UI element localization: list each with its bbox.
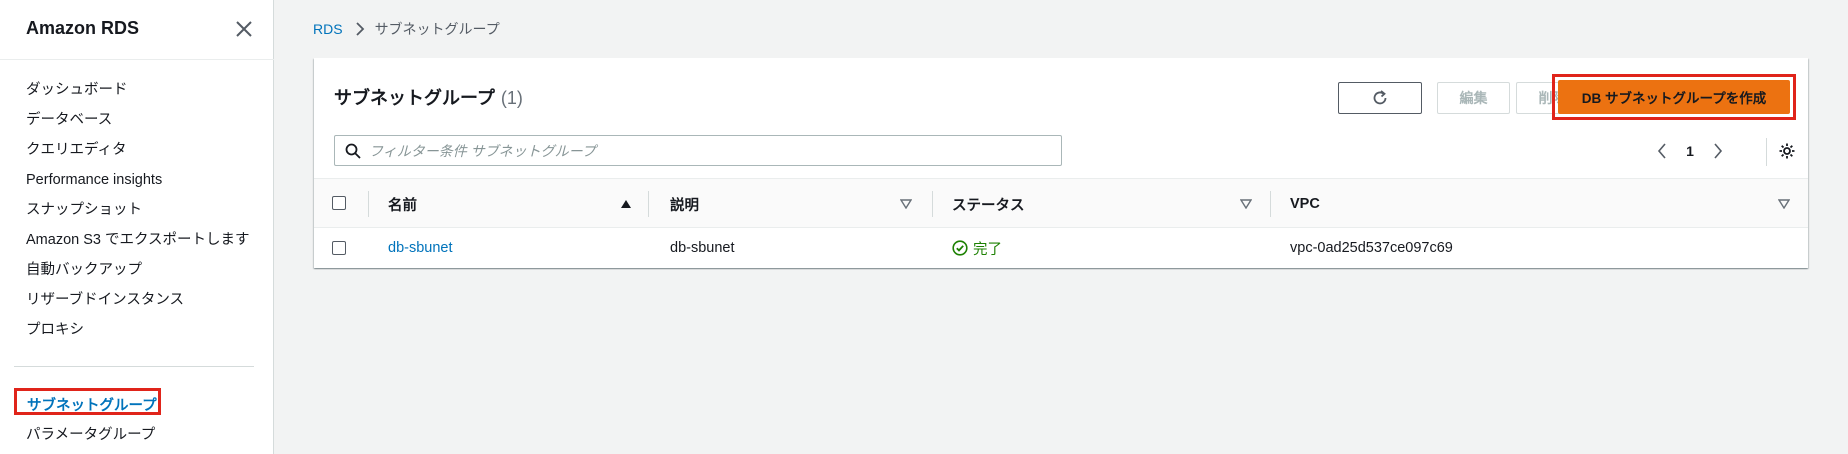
search-icon xyxy=(345,143,361,159)
refresh-icon xyxy=(1373,90,1387,105)
column-header-name[interactable]: 名前 xyxy=(388,179,417,229)
status-badge: 完了 xyxy=(952,228,1002,268)
next-page-icon[interactable] xyxy=(1708,141,1728,161)
column-header-label: 名前 xyxy=(388,197,417,214)
column-separator xyxy=(648,191,649,217)
select-all-checkbox[interactable] xyxy=(332,196,346,210)
sidebar-divider xyxy=(14,366,254,367)
sidebar-item-automated-backups[interactable]: 自動バックアップ xyxy=(0,258,274,288)
column-header-label: VPC xyxy=(1290,196,1320,212)
column-header-description[interactable]: 説明 xyxy=(670,179,699,229)
chevron-right-icon xyxy=(355,22,364,36)
column-separator xyxy=(368,191,369,217)
column-header-vpc[interactable]: VPC xyxy=(1290,179,1320,229)
sidebar-item-s3-export[interactable]: Amazon S3 でエクスポートします xyxy=(0,228,274,258)
success-check-icon xyxy=(952,240,968,256)
column-header-label: 説明 xyxy=(670,197,699,214)
status-text: 完了 xyxy=(973,241,1002,258)
column-separator xyxy=(932,191,933,217)
filter-search xyxy=(334,135,1062,166)
vpc-id: vpc-0ad25d537ce097c69 xyxy=(1290,240,1453,256)
subnet-group-description: db-sbunet xyxy=(670,240,735,256)
sidebar-header: Amazon RDS xyxy=(0,0,274,60)
breadcrumb-rds-link[interactable]: RDS xyxy=(313,21,343,37)
create-db-subnet-group-button[interactable]: DB サブネットグループを作成 xyxy=(1558,80,1790,114)
edit-button[interactable]: 編集 xyxy=(1437,82,1510,114)
sidebar-item-reserved-instances[interactable]: リザーブドインスタンス xyxy=(0,288,274,318)
sidebar: Amazon RDS ダッシュボード データベース クエリエディタ Perfor… xyxy=(0,0,274,454)
sidebar-item-proxies[interactable]: プロキシ xyxy=(0,318,274,348)
sidebar-title: Amazon RDS xyxy=(26,18,140,38)
table-row[interactable]: db-sbunet db-sbunet 完了 vpc-0ad25d537ce09… xyxy=(314,228,1808,268)
sidebar-item-parameter-groups[interactable]: パラメータグループ xyxy=(26,423,155,444)
create-button-highlight: DB サブネットグループを作成 xyxy=(1552,74,1796,120)
refresh-button[interactable] xyxy=(1338,82,1422,114)
column-header-status[interactable]: ステータス xyxy=(952,179,1025,229)
breadcrumb-current: サブネットグループ xyxy=(374,21,500,37)
gear-icon[interactable] xyxy=(1778,142,1796,160)
pagination: 1 xyxy=(1652,136,1728,166)
pager-divider xyxy=(1766,138,1767,166)
table-header: 名前 説明 ステータス VPC xyxy=(314,178,1808,228)
prev-page-icon[interactable] xyxy=(1652,141,1672,161)
sidebar-nav: ダッシュボード データベース クエリエディタ Performance insig… xyxy=(0,78,274,348)
sort-icon[interactable] xyxy=(1240,199,1252,209)
page-title: サブネットグループ (1) xyxy=(334,84,523,110)
sidebar-item-snapshots[interactable]: スナップショット xyxy=(0,198,274,228)
sidebar-item-dashboard[interactable]: ダッシュボード xyxy=(0,78,274,108)
subnet-groups-panel: サブネットグループ(1) 編集 削除 DB サブネットグループを作成 1 xyxy=(314,58,1808,268)
breadcrumb: RDS サブネットグループ xyxy=(313,19,500,39)
row-checkbox[interactable] xyxy=(332,241,346,255)
sidebar-item-databases[interactable]: データベース xyxy=(0,108,274,138)
sidebar-item-performance-insights[interactable]: Performance insights xyxy=(0,168,274,198)
search-input[interactable] xyxy=(369,140,1049,162)
sidebar-item-label: サブネットグループ xyxy=(27,398,157,414)
panel-title-text: サブネットグループ xyxy=(334,88,495,108)
subnet-group-name-link[interactable]: db-sbunet xyxy=(388,228,453,268)
sidebar-item-query-editor[interactable]: クエリエディタ xyxy=(0,138,274,168)
item-count: (1) xyxy=(500,88,523,108)
sort-ascending-icon[interactable] xyxy=(620,199,632,209)
close-icon[interactable] xyxy=(234,19,254,39)
sort-icon[interactable] xyxy=(900,199,912,209)
column-separator xyxy=(1270,191,1271,217)
sidebar-item-subnet-groups[interactable]: サブネットグループ xyxy=(14,388,161,415)
column-header-label: ステータス xyxy=(952,197,1025,214)
page-number[interactable]: 1 xyxy=(1672,143,1708,159)
sort-icon[interactable] xyxy=(1778,199,1790,209)
